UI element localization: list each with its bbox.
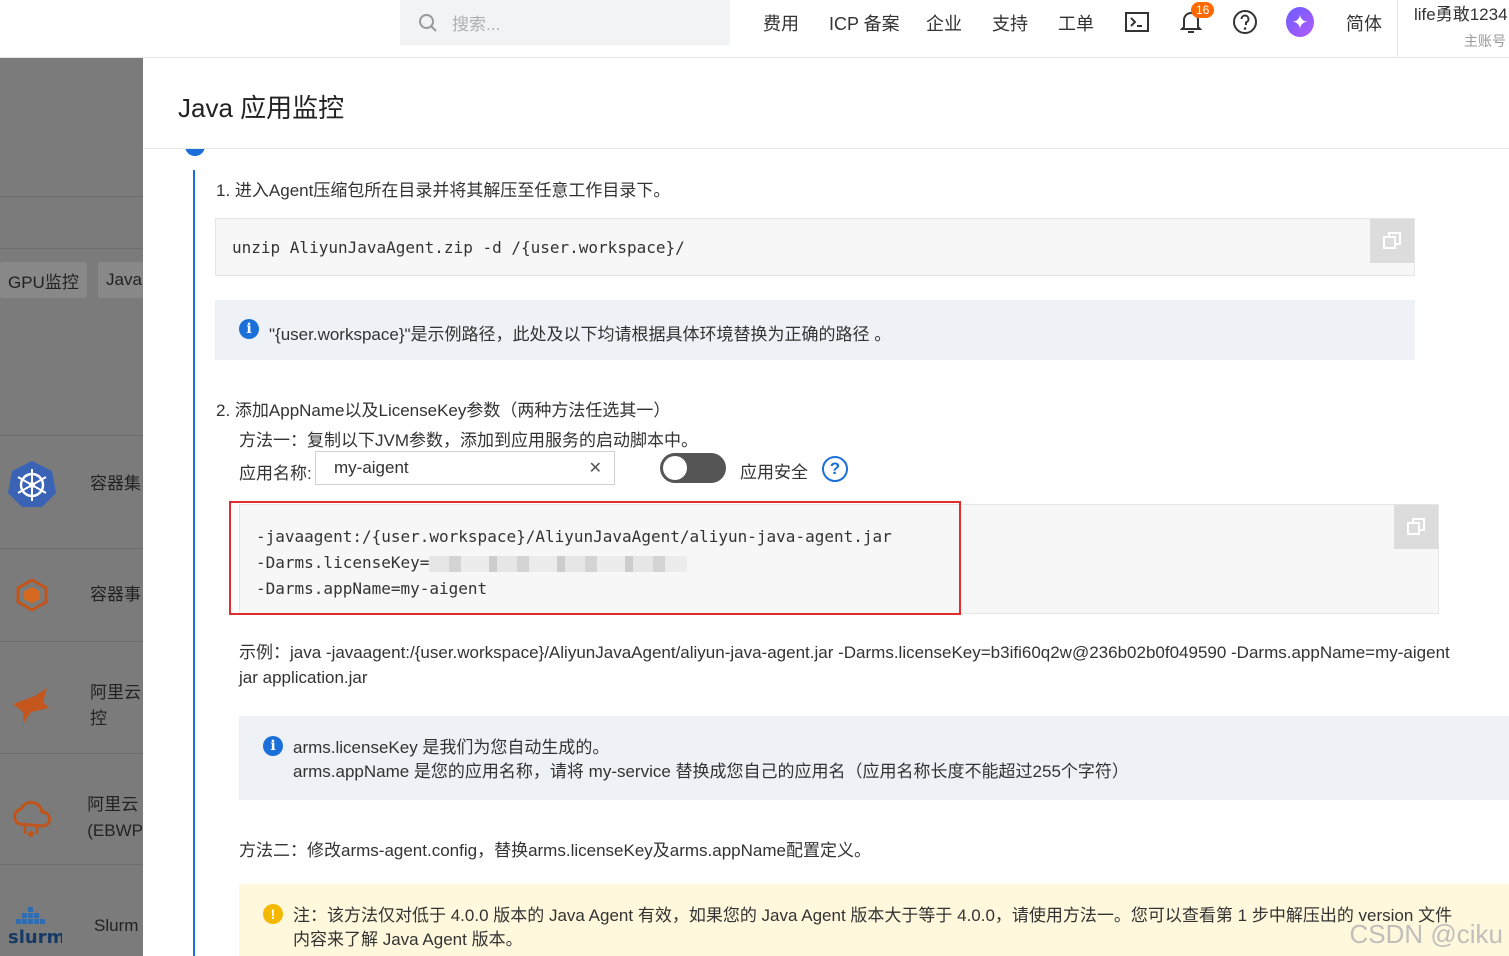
watermark: CSDN @ciku [1349, 919, 1503, 949]
warning-line-1: 注：该方法仅对低于 4.0.0 版本的 Java Agent 有效，如果您的 J… [293, 906, 1453, 925]
search-icon [419, 13, 437, 32]
java-monitor-drawer: Java 应用监控 1. 进入Agent压缩包所在目录并将其解压至任意工作目录下… [143, 58, 1509, 956]
app-security-toggle[interactable] [660, 453, 726, 483]
tab-gpu-monitor[interactable]: GPU监控 [0, 262, 87, 298]
drawer-header: Java 应用监控 [143, 58, 1509, 149]
page-title: Java 应用监控 [178, 93, 345, 123]
info-licensekey: arms.licenseKey 是我们为您自动生成的。 [293, 738, 610, 757]
account-type: 主账号 [1464, 33, 1506, 49]
language-switch[interactable]: 简体 [1346, 10, 1382, 36]
product-card-slurm[interactable]: slurm Slurm [0, 898, 143, 954]
sparkle-icon: ✦ [1286, 7, 1314, 37]
help-icon[interactable] [1231, 8, 1259, 36]
product-card-ebwp[interactable]: 阿里云 (EBWP [0, 790, 143, 846]
app-security-label: 应用安全 [740, 463, 808, 482]
search-input[interactable]: 搜索... [400, 0, 730, 45]
copy-button[interactable] [1370, 219, 1414, 263]
avatar[interactable]: ✦ [1286, 7, 1314, 37]
warning-icon: ! [263, 904, 283, 924]
copy-icon [1383, 232, 1401, 249]
product-label: 容器集 [90, 474, 141, 493]
svg-text:slurm: slurm [8, 927, 62, 948]
arms-info-box: i arms.licenseKey 是我们为您自动生成的。 arms.appNa… [239, 716, 1509, 800]
info-icon: i [263, 736, 283, 756]
app-name-value: my-aigent [334, 458, 409, 477]
unzip-command: unzip AliyunJavaAgent.zip -d /{user.work… [232, 238, 685, 257]
bell-icon[interactable]: 16 [1177, 2, 1215, 36]
example-line-2: jar application.jar [239, 668, 368, 687]
nav-icp[interactable]: ICP 备案 [829, 10, 900, 36]
warning-box: ! 注：该方法仅对低于 4.0.0 版本的 Java Agent 有效，如果您的… [239, 884, 1509, 956]
kubernetes-icon [0, 459, 64, 509]
copy-icon [1407, 518, 1425, 535]
monitor-arrow-icon [0, 686, 64, 726]
product-card-aliyun-monitor[interactable]: 阿里云 控 [0, 678, 143, 734]
product-card-container-cluster[interactable]: 容器集 [0, 456, 143, 512]
nav-billing[interactable]: 费用 [763, 10, 799, 36]
workspace-note: "{user.workspace}"是示例路径，此处及以下均请根据具体环境替换为… [269, 325, 892, 344]
copy-button[interactable] [1394, 505, 1438, 549]
method2-text: 方法二：修改arms-agent.config，替换arms.licenseKe… [239, 841, 871, 860]
product-label: Slurm [94, 916, 139, 935]
username: life勇敢1234 [1414, 5, 1508, 24]
left-background: GPU监控 Java 容器集 容器事 阿里云 控 阿里云 (EBWP slurm… [0, 58, 143, 956]
info-icon: i [239, 319, 259, 339]
nav-enterprise[interactable]: 企业 [926, 10, 962, 36]
example-line-1: 示例：java -javaagent:/{user.workspace}/Ali… [239, 643, 1450, 662]
product-label: 阿里云 控 [90, 683, 141, 728]
app-name-label: 应用名称: [239, 464, 312, 483]
notification-badge: 16 [1191, 2, 1215, 18]
app-name-input[interactable]: my-aigent ✕ [315, 451, 615, 485]
warning-line-2: 内容来了解 Java Agent 版本。 [293, 930, 523, 949]
unzip-code-block: unzip AliyunJavaAgent.zip -d /{user.work… [215, 218, 1415, 276]
info-appname: arms.appName 是您的应用名称，请将 my-service 替换成您自… [293, 762, 1129, 781]
method1-text: 方法一：复制以下JVM参数，添加到应用服务的启动脚本中。 [239, 431, 698, 450]
top-bar: 搜索... 费用 ICP 备案 企业 支持 工单 16 ✦ 简体 life勇敢1… [0, 0, 1509, 58]
account-menu[interactable]: life勇敢1234 主账号 [1397, 0, 1509, 58]
highlight-box [229, 501, 961, 615]
step1-text: 1. 进入Agent压缩包所在目录并将其解压至任意工作目录下。 [216, 181, 671, 200]
product-card-container-event[interactable]: 容器事 [0, 570, 143, 620]
cloud-icon [0, 796, 61, 840]
clear-icon[interactable]: ✕ [589, 458, 602, 478]
product-label: 容器事 [90, 585, 141, 604]
product-label: 阿里云 (EBWP [87, 795, 143, 840]
container-event-icon [0, 578, 64, 612]
step2-text: 2. 添加AppName以及LicenseKey参数（两种方法任选其一） [216, 401, 671, 420]
workspace-info-box: i "{user.workspace}"是示例路径，此处及以下均请根据具体环境替… [215, 300, 1415, 360]
question-icon[interactable]: ? [822, 456, 848, 482]
search-placeholder: 搜索... [452, 15, 501, 34]
tab-java[interactable]: Java [98, 262, 143, 298]
step-line [193, 170, 195, 956]
slurm-logo: slurm [0, 901, 64, 951]
terminal-icon[interactable] [1123, 8, 1151, 36]
nav-ticket[interactable]: 工单 [1058, 10, 1094, 36]
nav-support[interactable]: 支持 [992, 10, 1028, 36]
